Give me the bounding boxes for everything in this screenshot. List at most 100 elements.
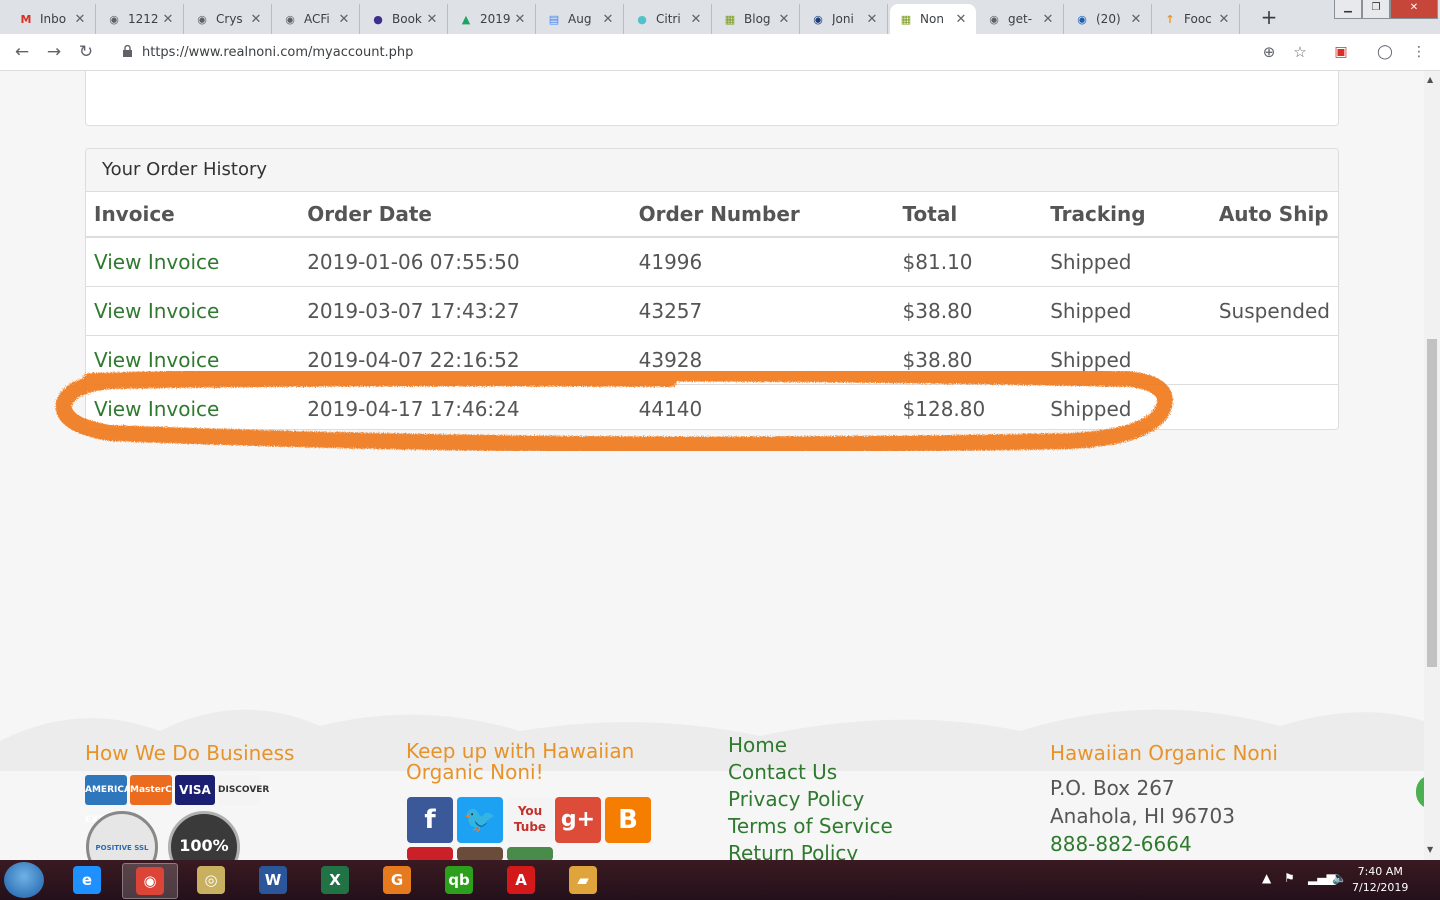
new-tab-button[interactable]: + [1256, 6, 1282, 30]
footer-link-home[interactable]: Home [728, 733, 787, 757]
system-clock[interactable]: 7:40 AM 7/12/2019 [1352, 864, 1408, 896]
tab-close-icon[interactable]: ✕ [73, 12, 87, 27]
globe-icon: ◉ [109, 12, 119, 26]
table-cell-tracking: Shipped [1042, 286, 1211, 336]
zoom-icon[interactable]: ⊕ [1258, 41, 1280, 63]
app-wifi-tool-glyph: ◎ [197, 866, 225, 894]
footer-link-contact[interactable]: Contact Us [728, 760, 837, 784]
browser-tab[interactable]: ▦ Non ✕ [890, 4, 976, 34]
clock-time: 7:40 AM [1357, 865, 1403, 878]
view-invoice-link[interactable]: View Invoice [94, 348, 219, 372]
browser-tab-strip: + ▁ ❐ ✕ M Inbo ✕ ◉ 1212 ✕ ◉ Crys ✕ ◉ ACFi ✕ ● Book ✕ ▲ 2… [0, 0, 1440, 34]
phone-link[interactable]: 888-882-6664 [1050, 832, 1192, 856]
social-extra-icon[interactable] [507, 847, 553, 860]
taskbar-chrome-icon[interactable]: ◉ [122, 863, 178, 899]
taskbar-app-wifi-tool-icon[interactable]: ◎ [184, 863, 238, 897]
account-panel-bottom [85, 71, 1339, 126]
browser-tab[interactable]: ↑ Fooc ✕ [1154, 4, 1240, 34]
google-plus-icon[interactable]: g+ [555, 797, 601, 843]
close-window-button[interactable]: ✕ [1390, 0, 1438, 19]
taskbar-book-app-icon[interactable]: ▰ [556, 863, 610, 897]
company-heading: Hawaiian Organic Noni [1050, 741, 1278, 765]
lock-icon [122, 43, 136, 62]
menu-kebab-icon[interactable]: ⋮ [1408, 41, 1430, 63]
page-viewport: Your Order History Invoice Order Date Or… [0, 71, 1424, 860]
tab-close-icon[interactable]: ✕ [161, 12, 175, 27]
tab-close-icon[interactable]: ✕ [1041, 12, 1055, 27]
url-text: https://www.realnoni.com/myaccount.php [142, 44, 414, 60]
pdf-tool-glyph: G [383, 866, 411, 894]
instagram-icon[interactable] [457, 847, 503, 860]
tab-close-icon[interactable]: ✕ [249, 12, 263, 27]
youtube-icon[interactable]: You Tube [507, 797, 553, 843]
chat-widget-tab[interactable] [1416, 775, 1424, 809]
twitter-icon[interactable]: 🐦 [457, 797, 503, 843]
blogger-icon[interactable]: B [605, 797, 651, 843]
address-bar[interactable]: https://www.realnoni.com/myaccount.php ⊕… [108, 37, 1320, 67]
footer-link-return[interactable]: Return Policy [728, 841, 858, 860]
tab-close-icon[interactable]: ✕ [865, 12, 879, 27]
taskbar-pdf-tool-icon[interactable]: G [370, 863, 424, 897]
profile-avatar-icon[interactable]: ◯ [1374, 41, 1396, 63]
taskbar-acrobat-icon[interactable]: A [494, 863, 548, 897]
browser-tab[interactable]: ◉ ACFi ✕ [274, 4, 360, 34]
table-cell-date: 2019-03-07 17:43:27 [299, 286, 631, 336]
extension-icon[interactable]: ▣ [1330, 41, 1352, 63]
view-invoice-link[interactable]: View Invoice [94, 299, 219, 323]
browser-tab[interactable]: ◉ (20) ✕ [1066, 4, 1152, 34]
taskbar-quickbooks-icon[interactable]: qb [432, 863, 486, 897]
tab-close-icon[interactable]: ✕ [337, 12, 351, 27]
tab-close-icon[interactable]: ✕ [513, 12, 527, 27]
facebook-icon[interactable]: f [407, 797, 453, 843]
column-header: Order Date [299, 192, 631, 238]
footer-link-privacy[interactable]: Privacy Policy [728, 787, 864, 811]
browser-tab[interactable]: M Inbo ✕ [10, 4, 96, 34]
back-arrow-icon[interactable]: ← [10, 40, 34, 64]
start-button[interactable] [4, 862, 44, 898]
tab-close-icon[interactable]: ✕ [777, 12, 791, 27]
bookmark-star-icon[interactable]: ☆ [1289, 41, 1311, 63]
globe-icon: ◉ [197, 12, 207, 26]
browser-tab[interactable]: ◉ Joni ✕ [802, 4, 888, 34]
tab-close-icon[interactable]: ✕ [1129, 12, 1143, 27]
column-header: Order Number [630, 192, 895, 238]
tab-title: Book [392, 12, 422, 26]
volume-icon[interactable]: 🔈 [1332, 871, 1347, 885]
browser-tab[interactable]: ◉ 1212 ✕ [98, 4, 184, 34]
pinterest-icon[interactable] [407, 847, 453, 860]
tray-arrow-icon[interactable]: ▲ [1262, 871, 1271, 885]
action-center-flag-icon[interactable]: ⚑ [1284, 871, 1295, 885]
scrollbar-thumb[interactable] [1427, 339, 1437, 667]
mastercard-icon: MasterCard [130, 775, 189, 805]
tab-close-icon[interactable]: ✕ [425, 12, 439, 27]
view-invoice-link[interactable]: View Invoice [94, 250, 219, 274]
browser-tab[interactable]: ◉ get- ✕ [978, 4, 1064, 34]
browser-tab[interactable]: ▦ Blog ✕ [714, 4, 800, 34]
page-scrollbar[interactable]: ▲ ▼ [1424, 71, 1440, 860]
table-cell-autoship [1210, 335, 1338, 385]
browser-toolbar: ← → ↻ https://www.realnoni.com/myaccount… [0, 34, 1440, 71]
restore-button[interactable]: ❐ [1362, 0, 1390, 19]
browser-tab[interactable]: ▤ Aug ✕ [538, 4, 624, 34]
noni-leaf-icon: ▦ [900, 12, 912, 26]
drive-icon: ▲ [461, 12, 471, 26]
tab-close-icon[interactable]: ✕ [689, 12, 703, 27]
address-line-2: Anahola, HI 96703 [1050, 804, 1235, 828]
browser-tab[interactable]: ● Citri ✕ [626, 4, 712, 34]
browser-tab[interactable]: ● Book ✕ [362, 4, 448, 34]
footer-link-terms[interactable]: Terms of Service [728, 814, 893, 838]
quickbooks-glyph: qb [445, 866, 473, 894]
tab-close-icon[interactable]: ✕ [601, 12, 615, 27]
reload-icon[interactable]: ↻ [74, 40, 98, 64]
taskbar-word-icon[interactable]: W [246, 863, 300, 897]
tab-close-icon[interactable]: ✕ [1217, 12, 1231, 27]
minimize-button[interactable]: ▁ [1334, 0, 1362, 19]
word-glyph: W [259, 866, 287, 894]
taskbar-excel-icon[interactable]: X [308, 863, 362, 897]
table-cell-total: $81.10 [894, 236, 1043, 287]
browser-tab[interactable]: ▲ 2019 ✕ [450, 4, 536, 34]
tab-close-icon[interactable]: ✕ [954, 12, 968, 27]
taskbar-internet-explorer-icon[interactable]: e [60, 863, 114, 897]
browser-tab[interactable]: ◉ Crys ✕ [186, 4, 272, 34]
forward-arrow-icon[interactable]: → [42, 40, 66, 64]
